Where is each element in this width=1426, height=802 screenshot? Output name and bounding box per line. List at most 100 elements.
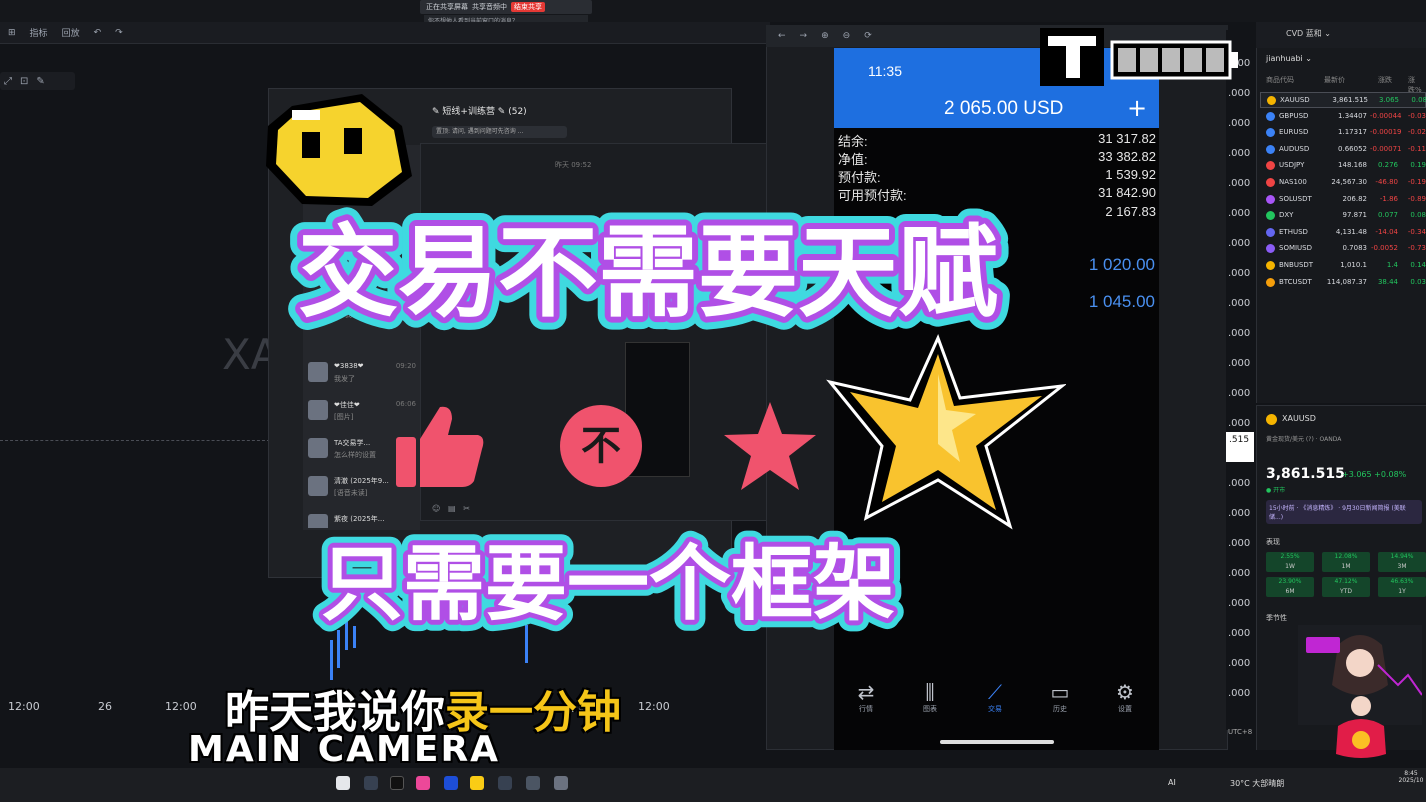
performance-cell[interactable]: 2.55% 1W xyxy=(1266,552,1314,572)
symbol-icon xyxy=(1266,244,1275,254)
col-header[interactable]: 涨跌 xyxy=(1378,75,1392,85)
avatar xyxy=(308,438,328,458)
chat-item-preview: [图片] xyxy=(334,413,354,421)
price-tick: .000 xyxy=(1228,88,1251,99)
zoom-in-icon[interactable]: ⊕ xyxy=(821,31,829,41)
zoom-out-icon[interactable]: ⊖ xyxy=(843,31,851,41)
emoji-icon[interactable]: ☺ xyxy=(432,504,440,513)
replay-button[interactable]: 回放 xyxy=(62,26,80,39)
new-order-button[interactable]: + xyxy=(1127,94,1147,122)
app-icon[interactable] xyxy=(554,776,568,790)
nav-quotes[interactable]: ⇄ 行情 xyxy=(836,680,896,714)
account-profit: 2 065.00 USD xyxy=(944,98,1064,119)
performance-title: 表现 xyxy=(1266,538,1280,546)
nav-history[interactable]: ▭ 历史 xyxy=(1030,680,1090,714)
watchlist-symbol: DXY xyxy=(1279,211,1294,220)
app-icon[interactable] xyxy=(526,776,540,790)
watchlist-change: -0.00071 xyxy=(1370,144,1402,153)
nav-trade[interactable]: ⟋ 交易 xyxy=(965,680,1025,714)
price-tick: .000 xyxy=(1228,148,1251,159)
app-icon[interactable] xyxy=(416,776,430,790)
gear-icon: ⚙ xyxy=(1116,680,1134,704)
watchlist-symbol: BNBUSDT xyxy=(1279,261,1314,269)
price-line xyxy=(0,440,270,441)
performance-cell[interactable]: 12.08% 1M xyxy=(1322,552,1370,572)
chat-list-item[interactable]: 紫夜 (2025年... xyxy=(308,512,416,528)
crop-icon[interactable]: ⊡ xyxy=(20,76,28,87)
account-row: 预付款: 1 539.92 xyxy=(838,167,1156,185)
folder-icon[interactable]: ▤ xyxy=(448,504,456,513)
watchlist-row[interactable]: ETHUSD 4,131.48 -14.04 -0.34 xyxy=(1260,225,1426,241)
account-value: 2 167.83 xyxy=(1105,204,1156,219)
pixel-logo-icon xyxy=(1040,28,1104,86)
pen-icon[interactable]: ✎ xyxy=(36,76,44,87)
phone-clock: 11:35 xyxy=(868,63,902,79)
account-value: 31 317.82 xyxy=(1098,131,1156,146)
price-tick: .000 xyxy=(1228,328,1251,339)
account-value: 33 382.82 xyxy=(1098,149,1156,164)
watchlist-row[interactable]: SOMIUSD 0.7083 -0.0052 -0.73 xyxy=(1260,241,1426,257)
price-tick: .000 xyxy=(1228,658,1251,669)
rotate-icon[interactable]: ⟳ xyxy=(864,31,872,41)
performance-value: 12.08% xyxy=(1334,553,1358,560)
redo-icon[interactable]: ↷ xyxy=(115,28,123,38)
watchlist-row[interactable]: NAS100 24,567.30 -46.80 -0.19 xyxy=(1260,175,1426,191)
col-header[interactable]: 商品代码 xyxy=(1266,75,1294,85)
top-strip xyxy=(0,0,1426,22)
price-tick: .000 xyxy=(1228,568,1251,579)
tradingview-icon[interactable] xyxy=(498,776,512,790)
scissors-icon[interactable]: ✂ xyxy=(463,504,470,513)
system-clock[interactable]: 8:45 2025/10 xyxy=(1398,770,1424,784)
watchlist-change: 3.065 xyxy=(1378,96,1399,104)
watchlist-price: 148.168 xyxy=(1338,161,1367,170)
watchlist-title[interactable]: jianhuabi ⌄ xyxy=(1266,54,1312,63)
performance-cell[interactable]: 14.94% 3M xyxy=(1378,552,1426,572)
performance-cell[interactable]: 23.90% 6M xyxy=(1266,577,1314,597)
chat-pinned[interactable]: 置顶: 请问, 遇到问题可先咨询 ... xyxy=(432,126,567,138)
nav-label: 设置 xyxy=(1118,705,1132,713)
watchlist-row[interactable]: EURUSD 1.17317 -0.00019 -0.02 xyxy=(1260,125,1426,141)
chrome-icon[interactable] xyxy=(336,776,350,790)
indicators-button[interactable]: 指标 xyxy=(30,26,48,39)
nav-settings[interactable]: ⚙ 设置 xyxy=(1095,680,1155,714)
watchlist-price: 114,087.37 xyxy=(1326,277,1367,286)
back-icon[interactable]: ← xyxy=(778,31,786,41)
nav-charts[interactable]: ⫼ 图表 xyxy=(900,680,960,714)
forward-icon[interactable]: → xyxy=(800,31,808,41)
watchlist-change: 38.44 xyxy=(1377,277,1398,286)
x-tick: 12:00 xyxy=(8,700,40,713)
watchlist-row[interactable]: AUDUSD 0.66052 -0.00071 -0.11 xyxy=(1260,142,1426,158)
watchlist-row[interactable]: SOLUSDT 206.82 -1.86 -0.89 xyxy=(1260,192,1426,208)
app-icon[interactable] xyxy=(470,776,484,790)
thumbs-up-icon xyxy=(396,406,484,487)
news-card[interactable]: 15小时前 · 《消息精炼》 · 9月30日新闻简报 (美联储...) xyxy=(1266,500,1422,524)
ai-button[interactable]: AI xyxy=(1168,778,1176,787)
nav-label: 交易 xyxy=(988,705,1002,713)
timezone-label[interactable]: UTC+8 xyxy=(1228,728,1252,736)
price-axis[interactable]: .000 .000 .000 .000 .000 .000 .000 .000 .000 .000… xyxy=(1226,30,1256,730)
watchlist-row[interactable]: XAUUSD 3,861.515 3.065 0.08 xyxy=(1260,92,1426,108)
tradingview-icon[interactable] xyxy=(364,776,378,790)
cvd-label[interactable]: CVD 蓝和 ⌄ xyxy=(1286,28,1331,39)
performance-cell[interactable]: 47.12% YTD xyxy=(1322,577,1370,597)
cursor-icon[interactable]: ⤢ xyxy=(4,76,12,87)
app-icon[interactable] xyxy=(444,776,458,790)
weather-widget[interactable]: 30°C 大部晴朗 xyxy=(1230,778,1284,789)
performance-value: 14.94% xyxy=(1390,553,1414,560)
layout-icon[interactable]: ⊞ xyxy=(8,28,16,38)
performance-cell[interactable]: 46.63% 1Y xyxy=(1378,577,1426,597)
price-tick: .000 xyxy=(1228,508,1251,519)
account-value: 31 842.90 xyxy=(1098,185,1156,200)
tiktok-icon[interactable] xyxy=(390,776,404,790)
col-header[interactable]: 最新价 xyxy=(1324,75,1345,85)
watchlist-row[interactable]: BNBUSDT 1,010.1 1.4 0.14 xyxy=(1260,258,1426,274)
watchlist-row[interactable]: BTCUSDT 114,087.37 38.44 0.03 xyxy=(1260,275,1426,291)
detail-symbol: XAUUSD xyxy=(1282,414,1316,423)
chat-list-item[interactable]: ❤3838❤ 我发了 09:20 xyxy=(308,360,416,394)
watchlist-row[interactable]: DXY 97.871 0.077 0.08 xyxy=(1260,208,1426,224)
watchlist-row[interactable]: USDJPY 148.168 0.276 0.19 xyxy=(1260,158,1426,174)
undo-icon[interactable]: ↶ xyxy=(94,28,102,38)
stop-share-button[interactable]: 结束共享 xyxy=(511,2,545,12)
watchlist-row[interactable]: GBPUSD 1.34407 -0.00044 -0.03 xyxy=(1260,109,1426,125)
watchlist-change: 0.276 xyxy=(1377,161,1398,170)
